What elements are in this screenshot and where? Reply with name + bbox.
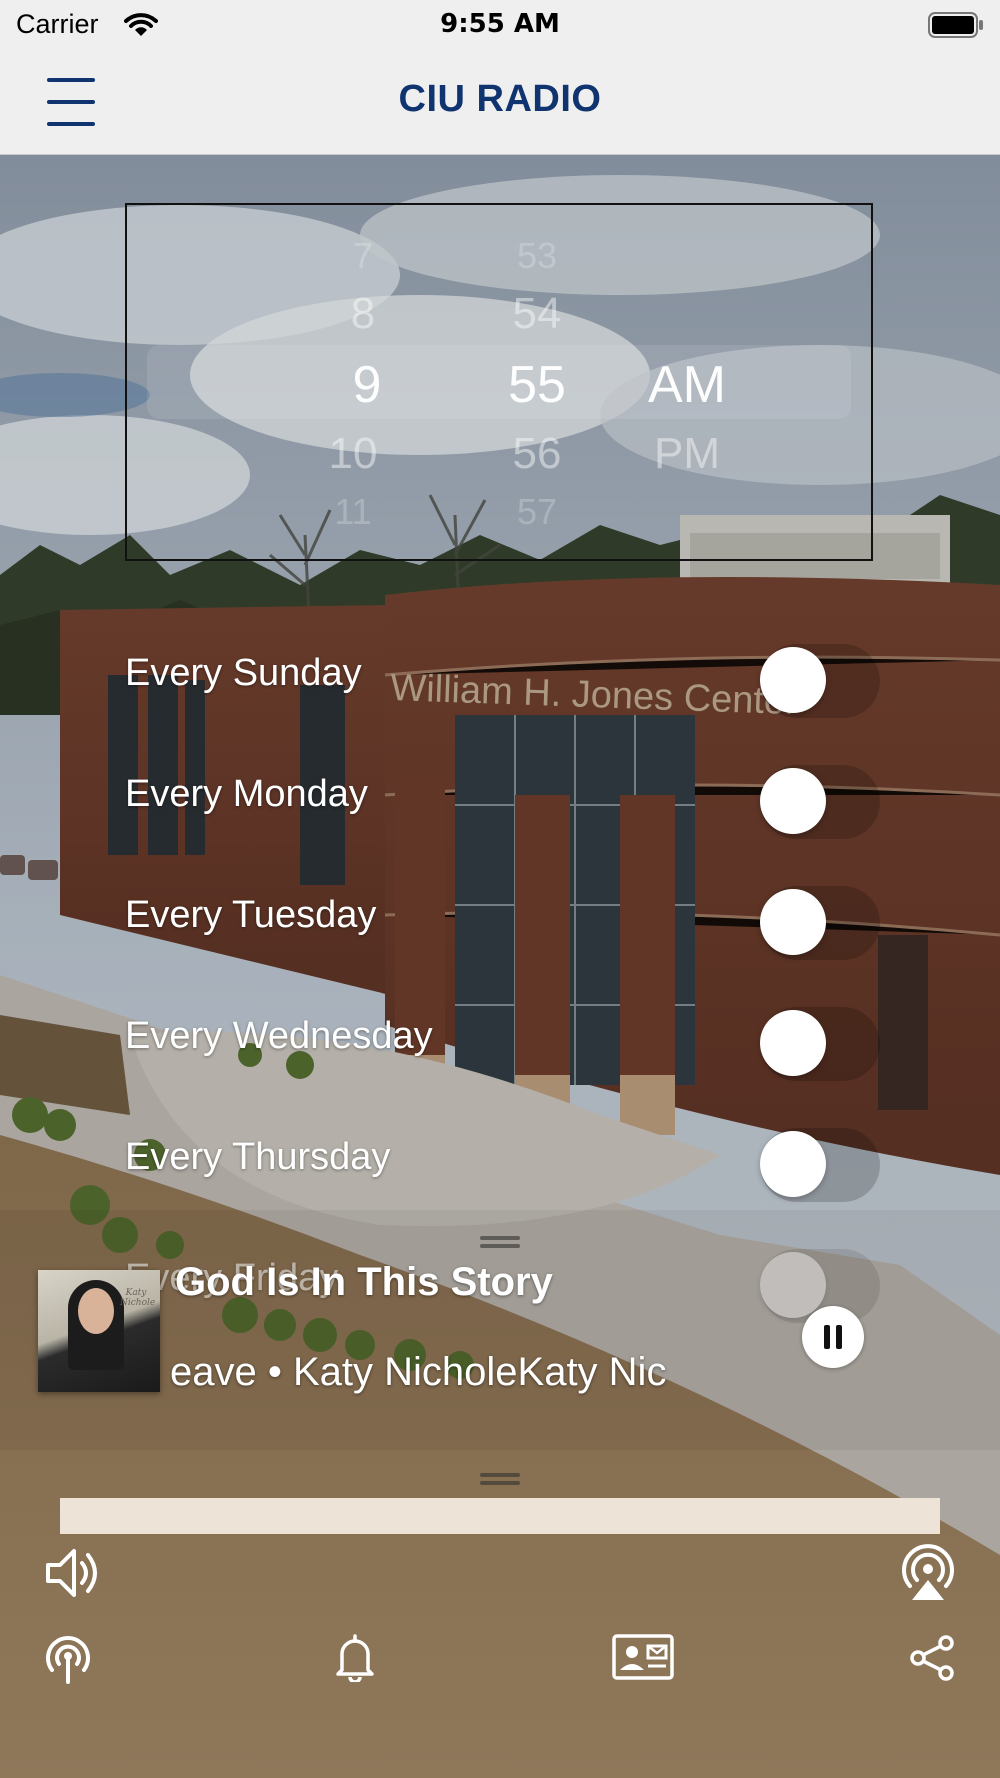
repeat-toggle-wednesday[interactable] <box>760 1007 880 1081</box>
minute-wheel[interactable]: 53 54 55 56 57 <box>457 205 617 559</box>
grabber-handle[interactable] <box>480 1236 520 1240</box>
sheet-grabber-line <box>480 1481 520 1485</box>
minute-option[interactable]: 57 <box>457 491 617 533</box>
share-icon[interactable] <box>908 1634 956 1682</box>
hour-option[interactable]: 10 <box>273 429 433 479</box>
toggle-knob <box>760 1010 826 1076</box>
repeat-toggle-monday[interactable] <box>760 765 880 839</box>
airplay-icon[interactable] <box>898 1542 958 1602</box>
hour-wheel[interactable]: 7 8 9 10 11 <box>297 205 457 559</box>
progress-bar[interactable] <box>60 1498 940 1534</box>
repeat-label: Every Thursday <box>125 1136 391 1178</box>
toggle-knob <box>760 768 826 834</box>
repeat-row-wednesday: Every Wednesday <box>0 977 1000 1097</box>
grabber-handle-line <box>480 1244 520 1248</box>
app-title: CIU RADIO <box>398 78 602 120</box>
repeat-label: Every Sunday <box>125 652 362 694</box>
volume-icon[interactable] <box>44 1545 104 1601</box>
repeat-label: Every Tuesday <box>125 894 377 936</box>
artwork-text: Katy Nichole <box>120 1288 156 1308</box>
nav-bar: CIU RADIO <box>0 50 1000 155</box>
time-picker[interactable]: 7 8 9 10 11 53 54 55 56 57 AM PM <box>125 203 873 561</box>
repeat-toggle-thursday[interactable] <box>760 1128 880 1202</box>
repeat-toggle-tuesday[interactable] <box>760 886 880 960</box>
selected-period[interactable]: AM <box>607 355 767 415</box>
period-option[interactable]: PM <box>607 429 767 479</box>
repeat-toggle-sunday[interactable] <box>760 644 880 718</box>
toggle-knob <box>760 647 826 713</box>
battery-icon <box>928 12 984 38</box>
repeat-row-monday: Every Monday <box>0 735 1000 855</box>
album-artwork[interactable]: Katy Nichole <box>38 1270 160 1392</box>
contact-card-icon[interactable] <box>612 1634 674 1680</box>
selected-hour[interactable]: 9 <box>287 355 447 415</box>
toggle-knob <box>760 889 826 955</box>
minute-option[interactable]: 53 <box>457 235 617 277</box>
status-time: 9:55 AM <box>440 9 560 39</box>
song-subtitle: eave • Katy NicholeKaty Nic <box>170 1350 667 1394</box>
hour-option[interactable]: 8 <box>283 289 443 339</box>
repeat-row-thursday: Every Thursday <box>0 1098 1000 1218</box>
song-subtitle-marquee: eave • Katy NicholeKaty Nic <box>170 1350 695 1410</box>
selected-minute[interactable]: 55 <box>457 355 617 415</box>
song-title: God Is In This Story <box>175 1260 553 1304</box>
period-wheel[interactable]: AM PM <box>607 205 767 559</box>
radio-stream-icon[interactable] <box>42 1632 94 1684</box>
minute-option[interactable]: 56 <box>457 429 617 479</box>
repeat-label: Every Monday <box>125 773 368 815</box>
sheet-grabber[interactable] <box>480 1473 520 1477</box>
repeat-label: Every Wednesday <box>125 1015 433 1057</box>
minute-option[interactable]: 54 <box>457 289 617 339</box>
repeat-row-tuesday: Every Tuesday <box>0 856 1000 976</box>
status-bar: Carrier 9:55 AM <box>0 0 1000 50</box>
artwork-figure-face <box>78 1288 114 1334</box>
hour-option[interactable]: 7 <box>283 235 443 277</box>
repeat-row-sunday: Every Sunday <box>0 614 1000 734</box>
progress-fill <box>60 1498 940 1534</box>
hour-option[interactable]: 11 <box>273 491 433 533</box>
pause-button[interactable] <box>802 1306 864 1368</box>
bell-icon[interactable] <box>334 1632 376 1682</box>
toggle-knob <box>760 1131 826 1197</box>
now-playing-bar[interactable]: Katy Nichole God Is In This Story eave •… <box>0 1210 1000 1450</box>
